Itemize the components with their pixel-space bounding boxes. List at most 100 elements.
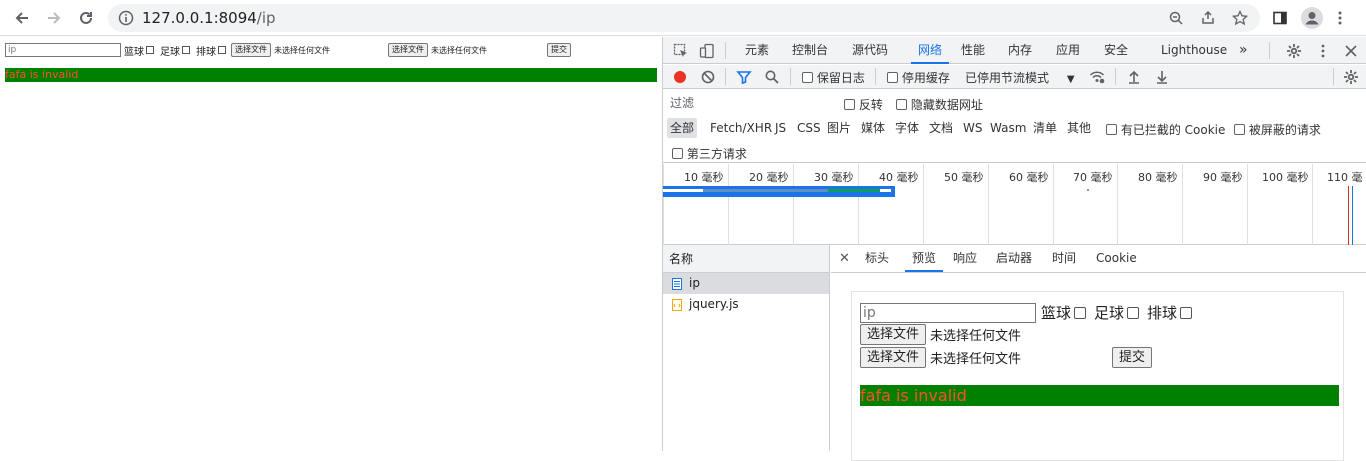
preview-file-button-2[interactable]: 选择文件 (860, 347, 927, 368)
tab-sources[interactable]: 源代码 (852, 37, 888, 64)
filter-bar: 过滤 反转 隐藏数据网址 全部 Fetch/XHR JS CSS 图片 媒体 字… (663, 90, 1366, 163)
blocked-requests-checkbox[interactable]: 被屏蔽的请求 (1234, 121, 1321, 138)
type-font[interactable]: 字体 (892, 118, 922, 138)
tab-elements[interactable]: 元素 (745, 37, 769, 64)
type-js[interactable]: JS (772, 118, 789, 138)
request-row[interactable]: ip (663, 273, 829, 294)
tab-preview[interactable]: 预览 (905, 245, 943, 272)
type-wasm[interactable]: Wasm (987, 118, 1029, 138)
filter-icon[interactable] (736, 69, 752, 85)
disable-cache-checkbox[interactable]: 停用缓存 (887, 69, 950, 86)
preview-checkbox-football[interactable] (1127, 306, 1140, 319)
ip-input[interactable]: ip (5, 43, 121, 57)
preview-label-volleyball: 排球 (1147, 304, 1178, 322)
type-all[interactable]: 全部 (667, 118, 698, 138)
blocked-cookies-checkbox[interactable]: 有已拦截的 Cookie (1106, 121, 1225, 138)
invert-box[interactable] (844, 99, 855, 110)
devtools-more-icon[interactable] (1315, 43, 1331, 59)
more-vert-icon (1338, 11, 1342, 25)
record-icon[interactable] (672, 69, 688, 85)
tick-label: 80 毫秒 (1138, 171, 1178, 184)
address-bar[interactable]: 127.0.0.1:8094/ip (108, 4, 1260, 32)
more-tabs-chevron-icon[interactable]: » (1239, 37, 1248, 64)
type-media[interactable]: 媒体 (858, 118, 888, 138)
side-panel-button[interactable] (1268, 6, 1292, 30)
name-column-header[interactable]: 名称 (663, 245, 829, 273)
tab-application[interactable]: 应用 (1056, 37, 1080, 64)
tab-initiator[interactable]: 启动器 (996, 245, 1032, 272)
forward-button[interactable] (42, 6, 66, 30)
hide-data-urls-box[interactable] (896, 99, 907, 110)
profile-button[interactable] (1300, 6, 1324, 30)
bookmark-star-icon[interactable] (1232, 10, 1248, 26)
share-icon[interactable] (1200, 10, 1216, 26)
checkbox-basketball[interactable] (146, 46, 154, 54)
preserve-log-box[interactable] (802, 72, 813, 83)
network-settings-gear-icon[interactable] (1343, 69, 1359, 85)
blocked-cookies-box[interactable] (1106, 124, 1117, 135)
preview-file-button-1[interactable]: 选择文件 (860, 324, 927, 345)
info-icon[interactable] (118, 10, 134, 26)
tab-response[interactable]: 响应 (953, 245, 977, 272)
preview-no-file-1: 未选择任何文件 (930, 329, 1022, 344)
checkbox-volleyball[interactable] (218, 46, 226, 54)
timeline-gridline (1312, 164, 1313, 245)
network-conditions-icon[interactable] (1089, 69, 1105, 85)
tab-lighthouse[interactable]: Lighthouse (1161, 37, 1227, 64)
device-toggle-icon[interactable] (699, 43, 715, 59)
checkbox-football[interactable] (182, 46, 190, 54)
third-party-checkbox[interactable]: 第三方请求 (672, 145, 747, 162)
throttle-select[interactable]: 已停用节流模式 ▼ (965, 69, 1075, 86)
type-ws[interactable]: WS (960, 118, 985, 138)
close-devtools-icon[interactable] (1343, 43, 1359, 59)
disable-cache-box[interactable] (887, 72, 898, 83)
zoom-icon[interactable] (1168, 10, 1184, 26)
dom-content-loaded-line (1352, 186, 1353, 245)
tab-performance[interactable]: 性能 (961, 37, 985, 64)
type-manifest[interactable]: 清单 (1030, 118, 1060, 138)
clear-icon[interactable] (700, 69, 716, 85)
type-fetch-xhr[interactable]: Fetch/XHR (707, 118, 775, 138)
blocked-requests-box[interactable] (1234, 124, 1245, 135)
type-other[interactable]: 其他 (1064, 118, 1094, 138)
overview-timeline[interactable]: 10 毫秒 20 毫秒 30 毫秒 40 毫秒 50 毫秒 60 毫秒 70 毫… (663, 164, 1366, 245)
submit-button[interactable]: 提交 (547, 43, 571, 57)
type-doc[interactable]: 文档 (926, 118, 956, 138)
arrow-left-icon (15, 12, 28, 24)
import-har-icon[interactable] (1126, 69, 1142, 85)
reload-icon (80, 11, 92, 24)
tab-cookies[interactable]: Cookie (1096, 245, 1137, 272)
back-button[interactable] (10, 6, 34, 30)
type-img[interactable]: 图片 (824, 118, 854, 138)
hide-data-urls-checkbox[interactable]: 隐藏数据网址 (896, 96, 983, 113)
preview-submit-button[interactable]: 提交 (1112, 347, 1153, 368)
type-css[interactable]: CSS (794, 118, 824, 138)
search-icon[interactable] (764, 69, 780, 85)
file-button-1[interactable]: 选择文件 (231, 43, 271, 57)
tab-headers[interactable]: 标头 (865, 245, 889, 272)
menu-button[interactable] (1328, 6, 1352, 30)
preserve-log-checkbox[interactable]: 保留日志 (802, 69, 865, 86)
preview-form-row: ip 篮球 足球 排球 (860, 302, 1200, 323)
request-row[interactable]: jquery.js (663, 294, 829, 315)
tab-memory[interactable]: 内存 (1008, 37, 1032, 64)
preview-checkbox-volleyball[interactable] (1180, 306, 1193, 319)
filter-input[interactable]: 过滤 (667, 94, 830, 112)
avatar-icon (1301, 7, 1323, 29)
file-button-2[interactable]: 选择文件 (388, 43, 428, 57)
preview-ip-input[interactable]: ip (860, 302, 1036, 323)
tab-security[interactable]: 安全 (1104, 37, 1128, 64)
tick-label: 20 毫秒 (749, 171, 789, 184)
reload-button[interactable] (74, 6, 98, 30)
tab-timing[interactable]: 时间 (1052, 245, 1076, 272)
tab-console[interactable]: 控制台 (792, 37, 828, 64)
label-basketball: 篮球 (124, 46, 144, 58)
settings-gear-icon[interactable] (1286, 43, 1302, 59)
export-har-icon[interactable] (1154, 69, 1170, 85)
preview-checkbox-basketball[interactable] (1074, 306, 1087, 319)
close-detail-icon[interactable]: ✕ (839, 245, 850, 272)
invert-checkbox[interactable]: 反转 (844, 96, 883, 113)
inspect-icon[interactable] (673, 43, 689, 59)
third-party-box[interactable] (672, 148, 683, 159)
tab-network[interactable]: 网络 (911, 37, 949, 64)
